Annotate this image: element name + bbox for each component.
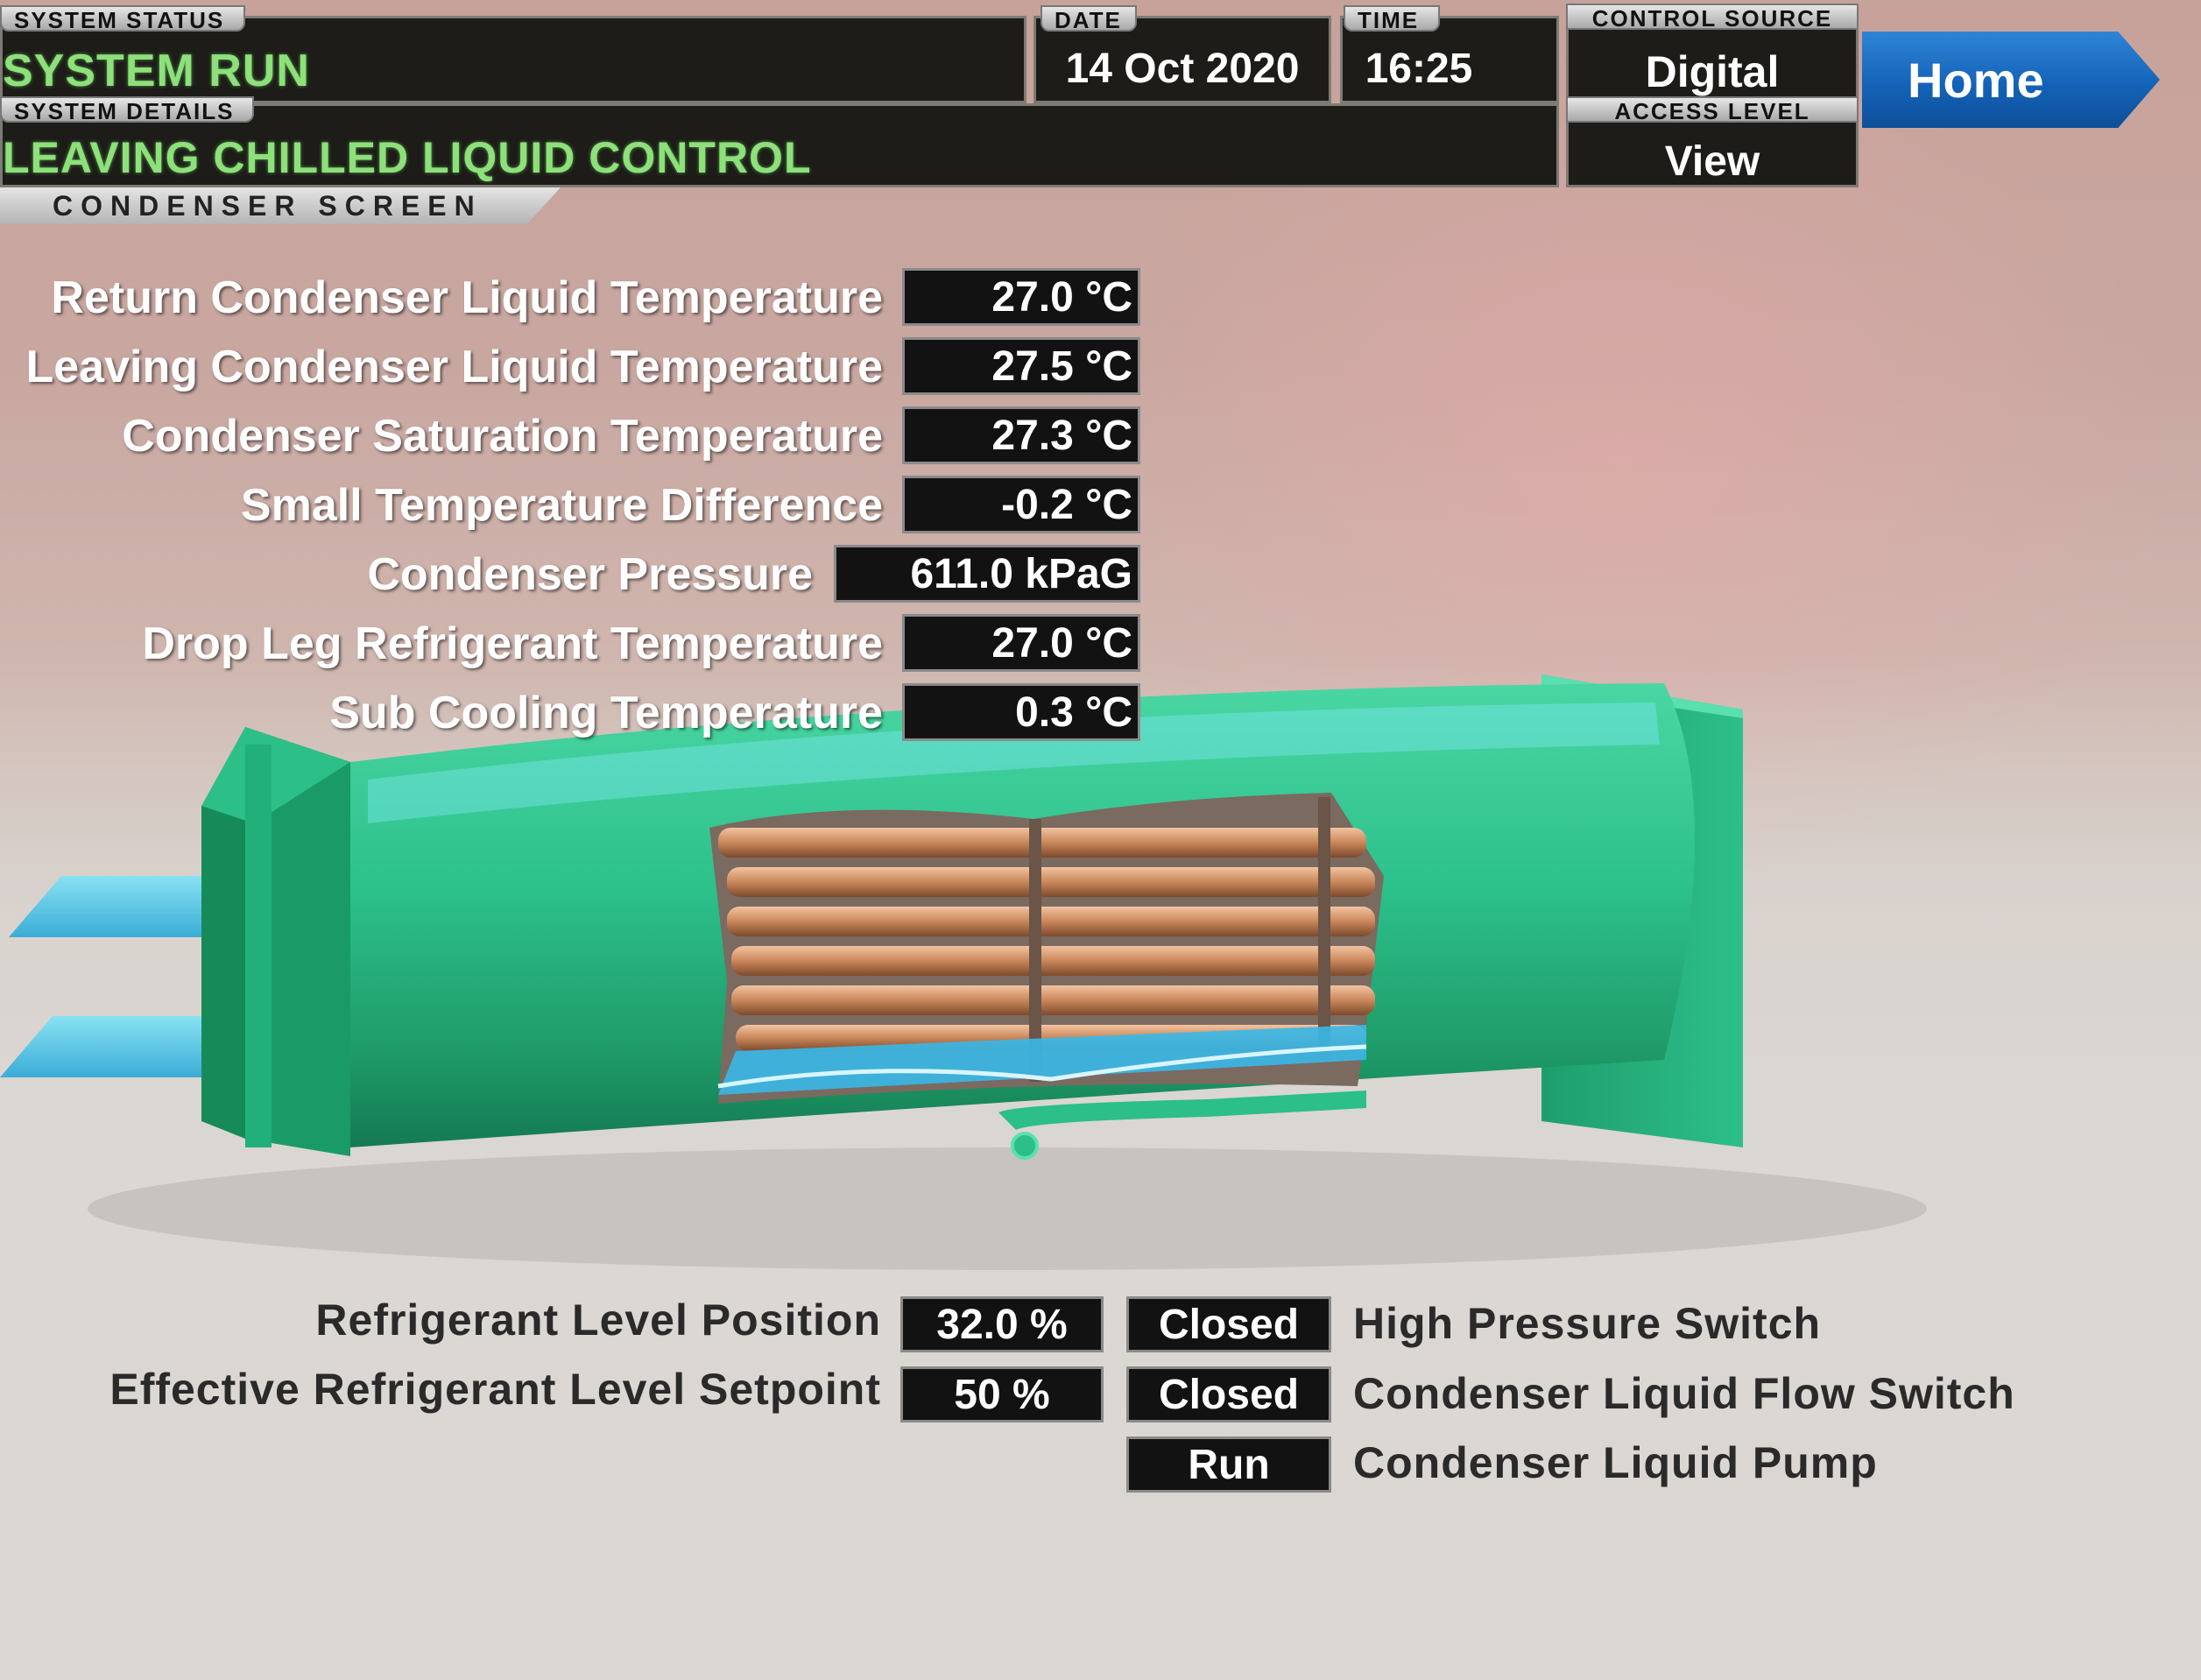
- system-details-value: LEAVING CHILLED LIQUID CONTROL: [3, 133, 812, 182]
- system-status-value: SYSTEM RUN: [3, 46, 310, 96]
- reading-label-small-temp-difference: Small Temperature Difference: [240, 480, 883, 531]
- reading-value-return-condenser-liquid-temp: 27.0 °C: [902, 268, 1140, 326]
- date-value: 14 Oct 2020: [1065, 46, 1300, 92]
- system-details-label: SYSTEM DETAILS: [0, 96, 254, 124]
- time-label: TIME: [1344, 5, 1440, 33]
- level-label-effective-refrigerant-level-setpoint: Effective Refrigerant Level Setpoint: [109, 1365, 881, 1414]
- switch-state-high-pressure: Closed: [1126, 1296, 1331, 1352]
- reading-value-sub-cooling-temp: 0.3 °C: [902, 683, 1140, 741]
- reading-label-return-condenser-liquid-temp: Return Condenser Liquid Temperature: [51, 272, 883, 323]
- date-label: DATE: [1041, 5, 1137, 33]
- reading-label-condenser-pressure: Condenser Pressure: [367, 549, 813, 600]
- switch-state-condenser-liquid-flow: Closed: [1126, 1366, 1331, 1422]
- reading-value-condenser-pressure: 611.0 kPaG: [834, 545, 1140, 603]
- reading-label-leaving-condenser-liquid-temp: Leaving Condenser Liquid Temperature: [25, 342, 883, 392]
- switch-label-high-pressure: High Pressure Switch: [1353, 1299, 1822, 1348]
- hmi-screen: SYSTEM RUN SYSTEM STATUS LEAVING CHILLED…: [0, 0, 2201, 1680]
- access-level-value: View: [1664, 138, 1760, 185]
- vessel-shadow: [88, 1147, 1927, 1270]
- system-status-label: SYSTEM STATUS: [0, 5, 245, 33]
- reading-value-condenser-saturation-temp: 27.3 °C: [902, 406, 1140, 464]
- pump-label-condenser-liquid: Condenser Liquid Pump: [1353, 1438, 1878, 1487]
- drain-valve: [1011, 1132, 1039, 1160]
- level-value-effective-refrigerant-level-setpoint: 50 %: [900, 1366, 1104, 1422]
- control-source-value: Digital: [1645, 47, 1780, 96]
- reading-value-small-temp-difference: -0.2 °C: [902, 476, 1140, 533]
- access-level-label: ACCESS LEVEL: [1566, 96, 1859, 124]
- reading-label-sub-cooling-temp: Sub Cooling Temperature: [329, 688, 883, 738]
- switch-label-condenser-liquid-flow: Condenser Liquid Flow Switch: [1353, 1369, 2015, 1418]
- reading-label-condenser-saturation-temp: Condenser Saturation Temperature: [122, 411, 883, 462]
- reading-value-drop-leg-refrigerant-temp: 27.0 °C: [902, 614, 1140, 672]
- time-value: 16:25: [1365, 46, 1473, 92]
- level-label-refrigerant-level-position: Refrigerant Level Position: [315, 1295, 881, 1345]
- screen-title: CONDENSER SCREEN: [53, 190, 483, 222]
- level-value-refrigerant-level-position: 32.0 %: [900, 1296, 1104, 1352]
- reading-label-drop-leg-refrigerant-temp: Drop Leg Refrigerant Temperature: [142, 618, 883, 669]
- control-source-label: CONTROL SOURCE: [1566, 4, 1859, 32]
- home-button[interactable]: Home: [1862, 32, 2160, 128]
- reading-value-leaving-condenser-liquid-temp: 27.5 °C: [902, 337, 1140, 395]
- pump-state-condenser-liquid: Run: [1126, 1436, 1331, 1493]
- condenser-illustration: [0, 674, 1927, 1270]
